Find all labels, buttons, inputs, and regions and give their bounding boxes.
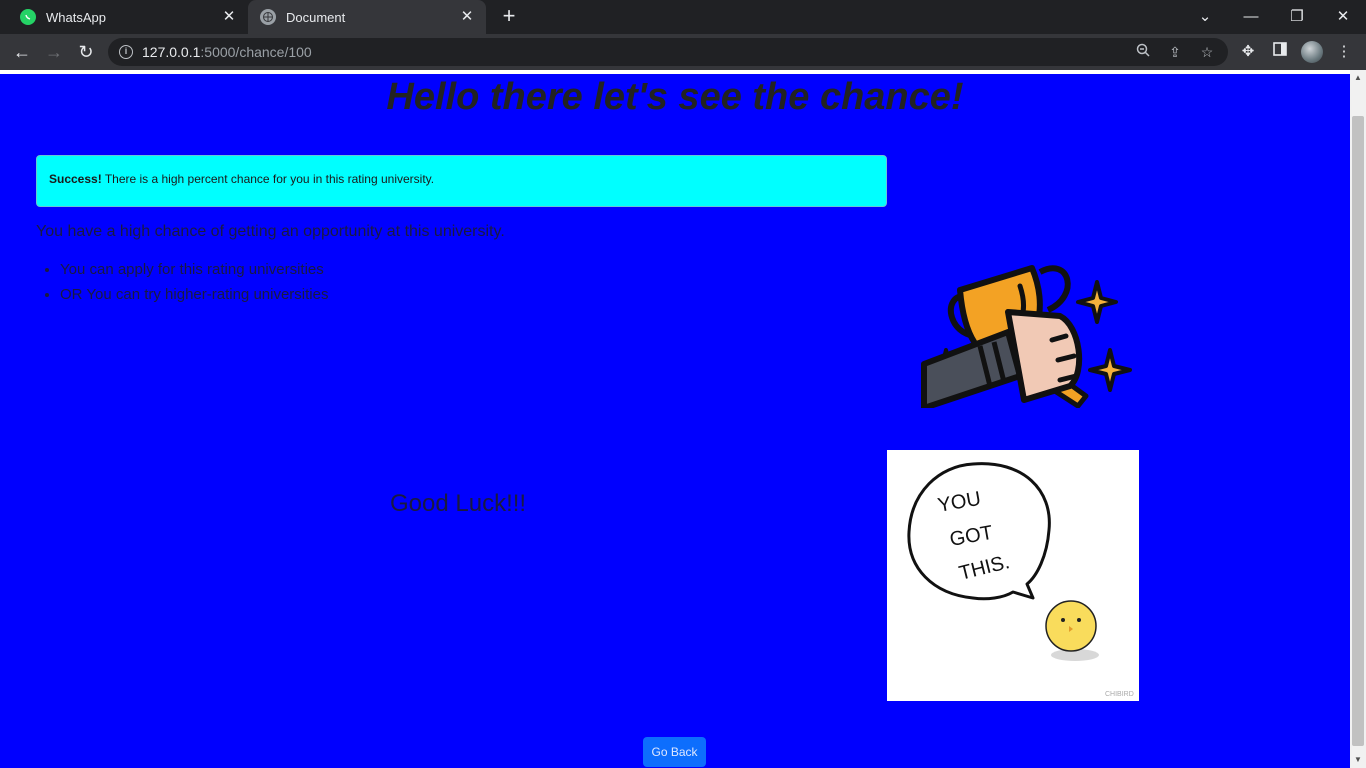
good-luck-text: Good Luck!!! [390,490,527,517]
whatsapp-icon [20,9,36,25]
page-viewport: Hello there let's see the chance! Succes… [0,70,1366,768]
you-got-this-image: YOU GOT THIS. CHIBIRD [887,450,1139,701]
alert-text: There is a high percent chance for you i… [101,172,435,186]
alert-strong: Success! [49,172,102,186]
page-body: Hello there let's see the chance! Succes… [0,74,1350,768]
page-title: Hello there let's see the chance! [386,76,964,118]
success-alert: Success! There is a high percent chance … [36,155,887,207]
sparkle-icon [1088,348,1132,392]
tab-document[interactable]: Document ✕ [248,0,486,34]
forward-arrow-icon[interactable]: → [41,39,67,65]
scroll-thumb[interactable] [1352,116,1364,746]
zoom-icon[interactable] [1133,42,1153,62]
go-back-button[interactable]: Go Back [643,737,706,767]
profile-avatar[interactable] [1301,41,1323,63]
side-panel-icon[interactable] [1269,41,1291,63]
trophy-illustration [921,265,1132,408]
tab-search-icon[interactable]: ⌄ [1192,4,1218,30]
tab-whatsapp[interactable]: WhatsApp ✕ [8,0,248,34]
address-bar[interactable]: i 127.0.0.1:5000/chance/100 ⇪ ☆ [108,38,1228,66]
suggestion-list: You can apply for this rating universiti… [60,261,328,311]
sparkle-icon [1076,280,1118,324]
reload-icon[interactable]: ↻ [73,39,99,65]
result-text: You have a high chance of getting an opp… [36,223,505,240]
list-item: OR You can try higher-rating universitie… [60,286,328,311]
tab-title: WhatsApp [46,9,106,25]
list-item: You can apply for this rating universiti… [60,261,328,286]
tab-title: Document [286,9,346,25]
extensions-puzzle-icon[interactable]: ✥ [1237,41,1259,63]
scroll-down-icon[interactable]: ▼ [1350,752,1366,768]
bookmark-star-icon[interactable]: ☆ [1197,42,1217,62]
menu-kebab-icon[interactable]: ⋮ [1333,41,1355,63]
url-text[interactable]: 127.0.0.1:5000/chance/100 [142,44,312,60]
new-tab-button[interactable]: + [498,5,520,28]
image-credit: CHIBIRD [1105,691,1134,698]
restore-icon[interactable]: ❐ [1284,4,1310,30]
browser-toolbar: ← → ↻ i 127.0.0.1:5000/chance/100 ⇪ ☆ ✥ … [0,34,1366,70]
minimize-icon[interactable]: — [1238,4,1264,30]
back-arrow-icon[interactable]: ← [9,39,35,65]
scroll-up-icon[interactable]: ▲ [1350,70,1366,86]
tab-strip: WhatsApp ✕ Document ✕ + ⌄ — ❐ ✕ [0,0,1366,34]
close-tab-icon[interactable]: ✕ [458,8,476,26]
globe-icon [260,9,276,25]
site-info-icon[interactable]: i [119,45,133,59]
share-icon[interactable]: ⇪ [1165,42,1185,62]
page-scrollbar[interactable]: ▲ ▼ [1350,70,1366,768]
close-tab-icon[interactable]: ✕ [220,8,238,26]
window-close-icon[interactable]: ✕ [1330,4,1356,30]
